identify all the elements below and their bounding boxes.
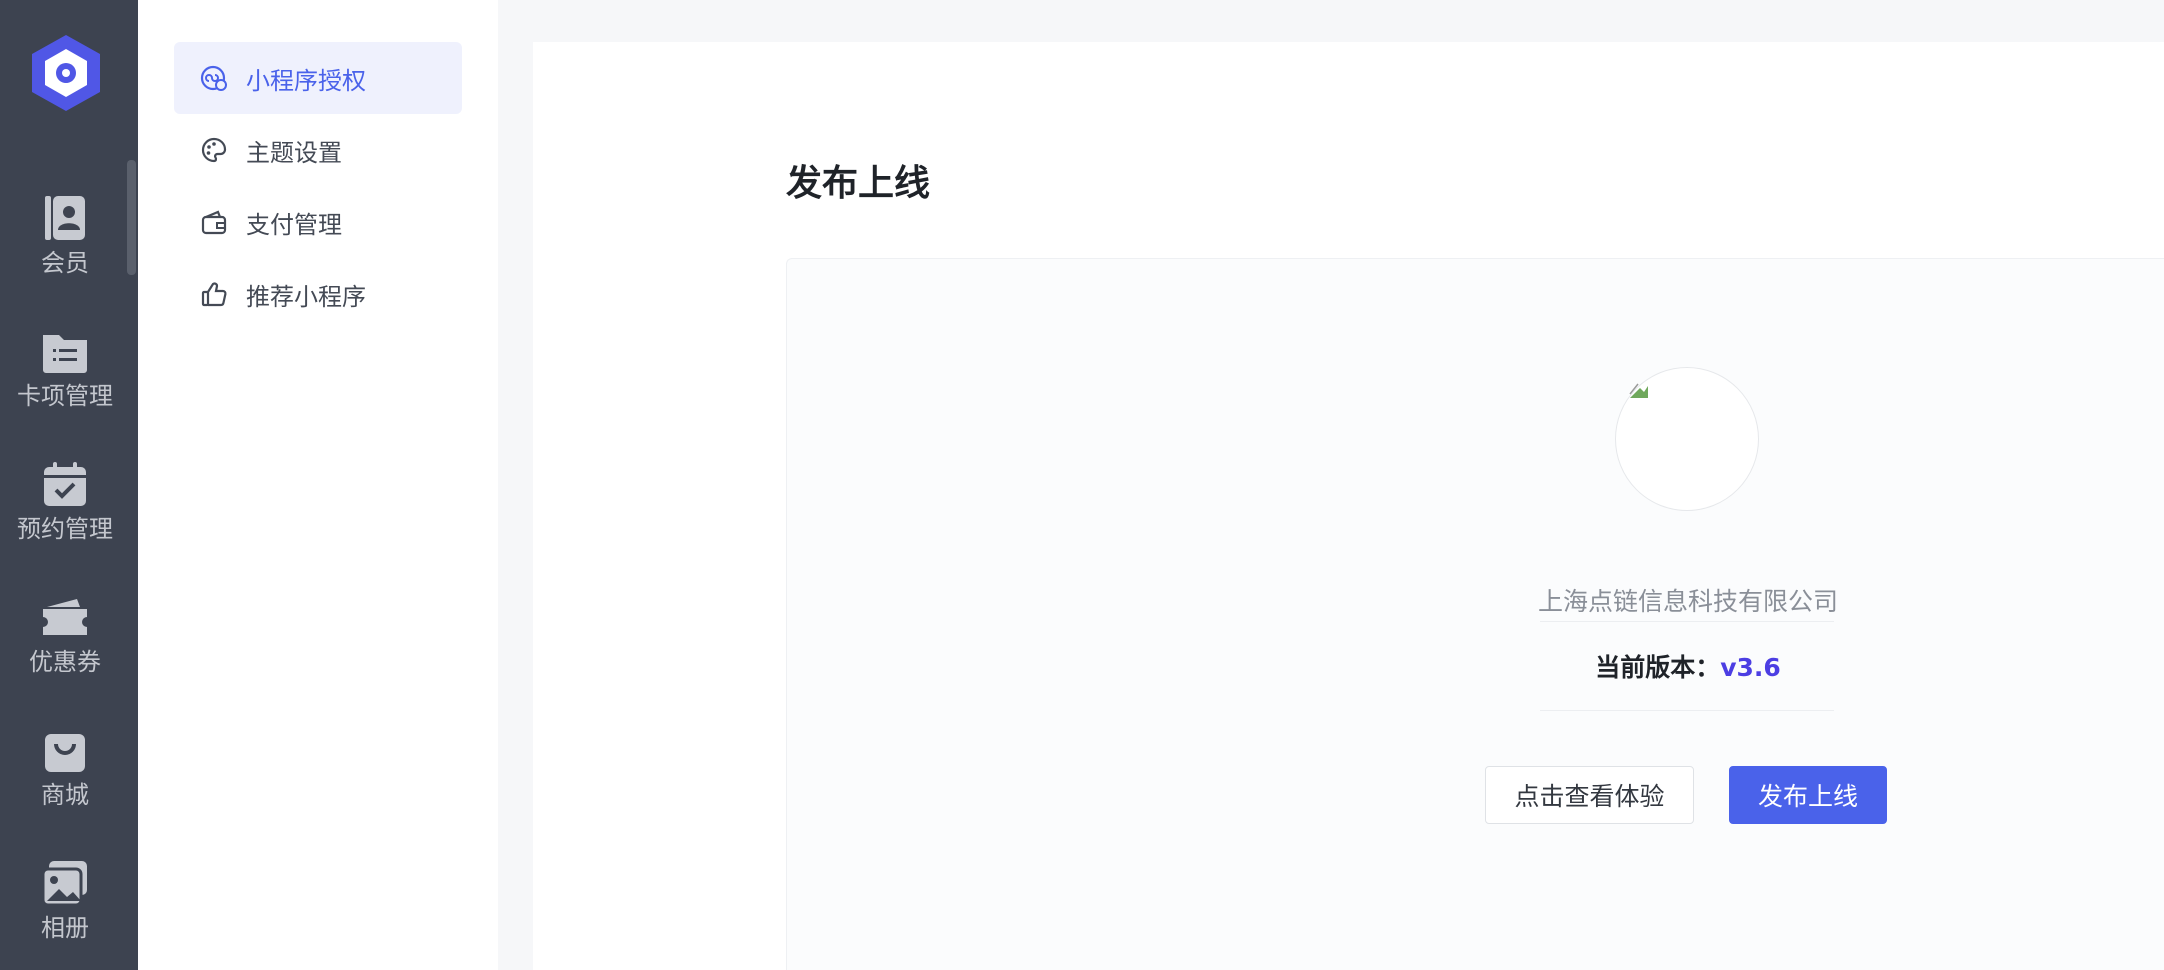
subnav-item-payment[interactable]: 支付管理 [174, 186, 462, 258]
rail-item-booking[interactable]: 预约管理 [0, 458, 130, 544]
rail-item-cards[interactable]: 卡项管理 [0, 325, 130, 411]
thumbs-up-icon [201, 282, 227, 307]
miniprogram-auth-icon [200, 65, 227, 91]
rail-item-mall[interactable]: 商城 [0, 724, 130, 810]
rail-item-coupon[interactable]: 优惠券 [0, 591, 130, 677]
subnav-item-label: 小程序授权 [246, 66, 366, 95]
subnav-item-label: 支付管理 [246, 210, 342, 239]
palette-icon [201, 137, 227, 163]
broken-image-icon [1629, 383, 1648, 398]
page-title: 发布上线 [786, 163, 931, 204]
version-value: v3.6 [1720, 653, 1781, 682]
settings-subnav: 小程序授权 主题设置 支付管理 推荐小程序 [138, 0, 498, 970]
main-panel: 发布上线 上海点链信息科技有限公司 当前版本：v3.6 点击查看体验 发布上线 [533, 42, 2164, 970]
divider [1540, 710, 1834, 711]
member-card-icon [45, 196, 85, 240]
divider [1540, 621, 1834, 622]
publish-button[interactable]: 发布上线 [1729, 766, 1887, 824]
rail-item-label: 相册 [41, 914, 89, 942]
coupon-icon [43, 599, 87, 635]
rail-item-member[interactable]: 会员 [0, 192, 130, 278]
rail-item-label: 商城 [41, 781, 89, 809]
folder-list-icon [43, 335, 87, 373]
rail-item-label: 卡项管理 [17, 382, 113, 410]
rail-item-label: 预约管理 [17, 515, 113, 543]
shopping-bag-icon [45, 734, 85, 772]
wallet-icon [201, 210, 227, 235]
subnav-item-theme[interactable]: 主题设置 [174, 114, 462, 186]
subnav-item-miniprogram-auth[interactable]: 小程序授权 [174, 42, 462, 114]
publish-card [786, 258, 2164, 970]
photo-album-icon [41, 861, 87, 907]
rail-item-album[interactable]: 相册 [0, 857, 130, 943]
app-rail: 会员 卡项管理 预约管理 优惠券 商城 相册 [0, 0, 138, 970]
subnav-item-label: 推荐小程序 [246, 282, 366, 311]
rail-item-label: 会员 [41, 249, 89, 277]
miniprogram-avatar [1615, 367, 1759, 511]
calendar-check-icon [44, 462, 86, 506]
current-version: 当前版本：v3.6 [1533, 648, 1843, 684]
subnav-item-label: 主题设置 [246, 138, 342, 167]
preview-button[interactable]: 点击查看体验 [1485, 766, 1694, 824]
app-logo-icon[interactable] [25, 32, 107, 114]
company-name: 上海点链信息科技有限公司 [1537, 587, 1838, 616]
version-label: 当前版本： [1595, 653, 1721, 682]
subnav-item-recommend[interactable]: 推荐小程序 [174, 258, 462, 330]
rail-item-label: 优惠券 [29, 648, 101, 676]
